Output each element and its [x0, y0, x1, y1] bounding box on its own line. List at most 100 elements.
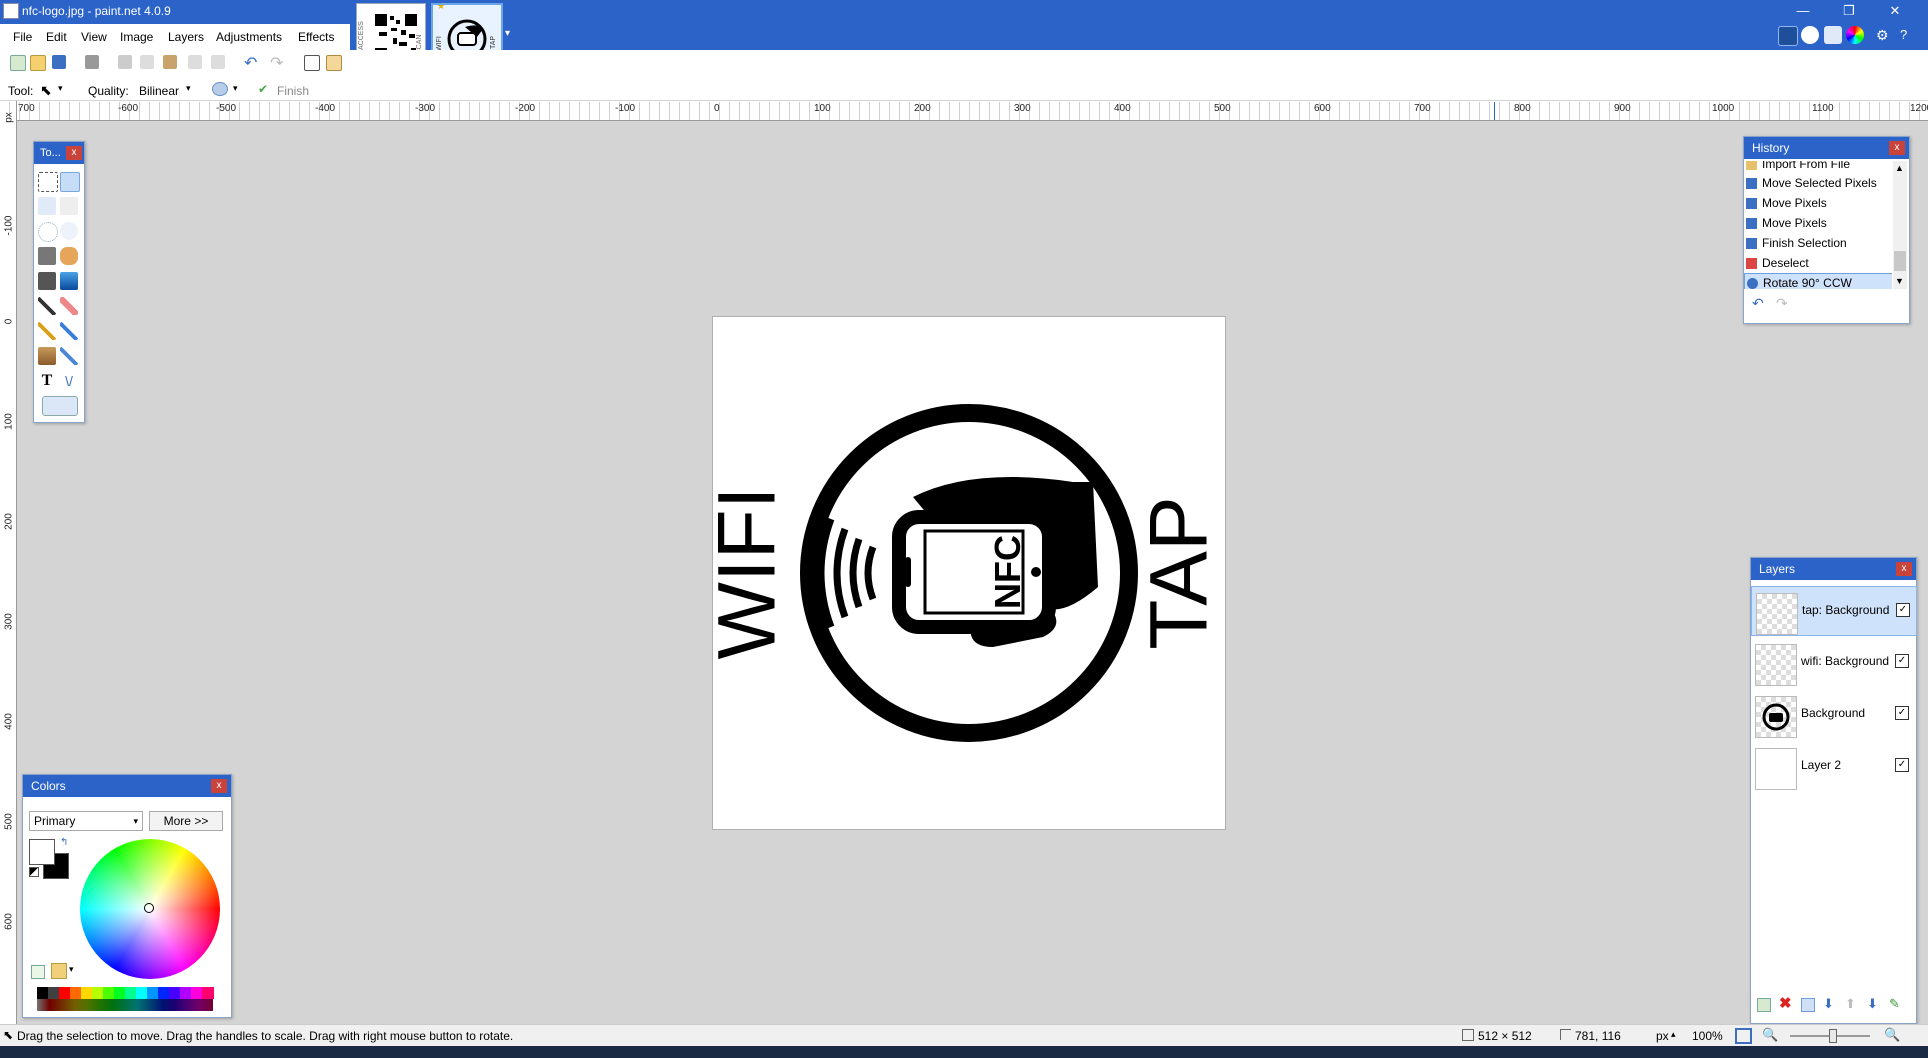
swap-colors-icon[interactable]: ↰	[60, 837, 68, 848]
primary-color-swatch[interactable]	[29, 839, 55, 865]
thumbnail-dropdown-icon[interactable]: ▾	[505, 28, 510, 39]
layer-row[interactable]: tap: Background ✓	[1751, 586, 1917, 636]
scroll-up-icon[interactable]: ▲	[1895, 163, 1904, 173]
magic-wand-tool-icon[interactable]	[38, 247, 56, 265]
selection-mode-dropdown-icon[interactable]: ▾	[233, 83, 238, 94]
minimize-button[interactable]: —	[1788, 2, 1818, 20]
palette-dropdown-icon[interactable]: ▾	[69, 964, 74, 975]
zoom-to-window-icon[interactable]	[1735, 1028, 1752, 1044]
history-item[interactable]: Finish Selection	[1744, 234, 1892, 253]
tool-dropdown-icon[interactable]: ▾	[58, 83, 63, 94]
print-icon[interactable]	[85, 55, 99, 69]
layer-row[interactable]: Background ✓	[1751, 690, 1915, 738]
tools-window-toggle-icon[interactable]	[1778, 26, 1798, 46]
add-layer-icon[interactable]	[1757, 998, 1771, 1012]
rectangle-select-tool-icon[interactable]	[38, 172, 58, 192]
reset-colors-icon[interactable]	[29, 867, 39, 877]
zoom-in-icon[interactable]: 🔍	[1884, 1027, 1900, 1043]
zoom-tool-icon[interactable]	[60, 222, 78, 240]
recolor-tool-icon[interactable]	[60, 347, 78, 365]
cut-icon[interactable]	[118, 55, 132, 69]
scroll-thumb[interactable]	[1894, 251, 1906, 271]
palette-menu-icon[interactable]	[51, 963, 67, 979]
text-tool-icon[interactable]: T	[38, 372, 56, 390]
history-item[interactable]: Import From File	[1744, 161, 1892, 174]
move-layer-down-icon[interactable]: ⬇	[1867, 996, 1878, 1012]
deselect-icon[interactable]	[211, 55, 225, 69]
palette-swatch[interactable]	[202, 987, 214, 999]
colors-window-toggle-icon[interactable]	[1846, 26, 1864, 44]
menu-edit[interactable]: Edit	[46, 30, 67, 44]
color-wheel-cursor[interactable]	[144, 903, 154, 913]
history-item[interactable]: Move Pixels	[1744, 194, 1892, 213]
settings-gear-icon[interactable]: ⚙	[1876, 27, 1889, 44]
menu-adjustments[interactable]: Adjustments	[216, 30, 282, 44]
units-select[interactable]: px	[1656, 1029, 1669, 1043]
layer-visibility-checkbox[interactable]: ✓	[1895, 758, 1909, 772]
rulers-icon[interactable]	[326, 55, 342, 71]
menu-image[interactable]: Image	[120, 30, 153, 44]
layers-window-close-button[interactable]: x	[1896, 562, 1912, 576]
menu-effects[interactable]: Effects	[298, 30, 334, 44]
redo-icon[interactable]: ↷	[270, 53, 283, 73]
layer-properties-icon[interactable]: ✎	[1889, 996, 1900, 1012]
delete-layer-icon[interactable]: ✖	[1779, 994, 1792, 1012]
pencil-tool-icon[interactable]	[38, 322, 56, 340]
eraser-tool-icon[interactable]	[60, 297, 78, 315]
undo-icon[interactable]: ↶	[244, 53, 257, 73]
shapes-tool-icon[interactable]	[42, 396, 78, 416]
lasso-select-tool-icon[interactable]	[38, 197, 56, 215]
gradient-tool-icon[interactable]	[60, 272, 78, 290]
close-window-button[interactable]: ✕	[1880, 2, 1910, 20]
history-window-close-button[interactable]: x	[1889, 141, 1905, 155]
crop-icon[interactable]	[188, 55, 202, 69]
layer-visibility-checkbox[interactable]: ✓	[1896, 603, 1910, 617]
line-curve-tool-icon[interactable]: \/	[60, 372, 78, 390]
history-redo-icon[interactable]: ↷	[1776, 295, 1788, 312]
finish-button[interactable]: Finish	[277, 84, 309, 98]
history-item[interactable]: Move Pixels	[1744, 214, 1892, 233]
ellipse-select-tool-icon[interactable]	[38, 222, 58, 242]
history-scrollbar[interactable]: ▲ ▼	[1893, 161, 1907, 289]
copy-icon[interactable]	[140, 55, 154, 69]
tools-window-close-button[interactable]: x	[66, 146, 82, 160]
help-icon[interactable]: ?	[1900, 27, 1907, 42]
layer-visibility-checkbox[interactable]: ✓	[1895, 706, 1909, 720]
pixel-grid-icon[interactable]	[304, 55, 320, 71]
restore-button[interactable]: ❐	[1834, 2, 1864, 20]
menu-view[interactable]: View	[81, 30, 107, 44]
history-item[interactable]: Deselect	[1744, 254, 1892, 273]
color-picker-tool-icon[interactable]	[60, 322, 78, 340]
layer-row[interactable]: Layer 2 ✓	[1751, 742, 1915, 790]
history-window-toggle-icon[interactable]	[1801, 26, 1819, 44]
history-undo-icon[interactable]: ↶	[1752, 295, 1764, 312]
move-layer-up-icon[interactable]: ⬆	[1845, 996, 1856, 1012]
selection-mode-icon[interactable]	[212, 82, 228, 96]
quality-select[interactable]: Bilinear	[139, 84, 179, 98]
scroll-down-icon[interactable]: ▼	[1895, 276, 1904, 286]
history-item-selected[interactable]: Rotate 90° CCW	[1744, 273, 1892, 289]
menu-file[interactable]: File	[13, 30, 32, 44]
layer-row[interactable]: wifi: Background ✓	[1751, 638, 1915, 686]
move-selection-tool-icon[interactable]: ⬉	[40, 82, 52, 99]
quality-dropdown-icon[interactable]: ▾	[186, 83, 191, 94]
menu-layers[interactable]: Layers	[168, 30, 204, 44]
add-palette-color-icon[interactable]	[31, 965, 45, 979]
merge-layer-down-icon[interactable]: ⬇	[1823, 996, 1834, 1012]
save-icon[interactable]	[52, 55, 66, 69]
image-canvas[interactable]: NFC WIFI TAP	[702, 316, 1226, 830]
color-mode-select[interactable]: Primary ▾	[29, 811, 143, 831]
paint-bucket-tool-icon[interactable]	[38, 272, 56, 290]
duplicate-layer-icon[interactable]	[1801, 998, 1815, 1012]
zoom-slider-thumb[interactable]	[1829, 1029, 1837, 1043]
pan-tool-icon[interactable]	[60, 247, 78, 265]
history-item[interactable]: Move Selected Pixels	[1744, 174, 1892, 193]
new-image-icon[interactable]	[10, 55, 26, 71]
units-dropdown-icon[interactable]: ▴	[1671, 1029, 1676, 1040]
move-selected-pixels-tool-icon[interactable]	[60, 197, 78, 215]
paintbrush-tool-icon[interactable]	[38, 297, 56, 315]
more-colors-button[interactable]: More >>	[149, 811, 223, 831]
color-wheel[interactable]	[80, 839, 220, 979]
paste-icon[interactable]	[163, 55, 177, 69]
clone-stamp-tool-icon[interactable]	[38, 347, 56, 365]
